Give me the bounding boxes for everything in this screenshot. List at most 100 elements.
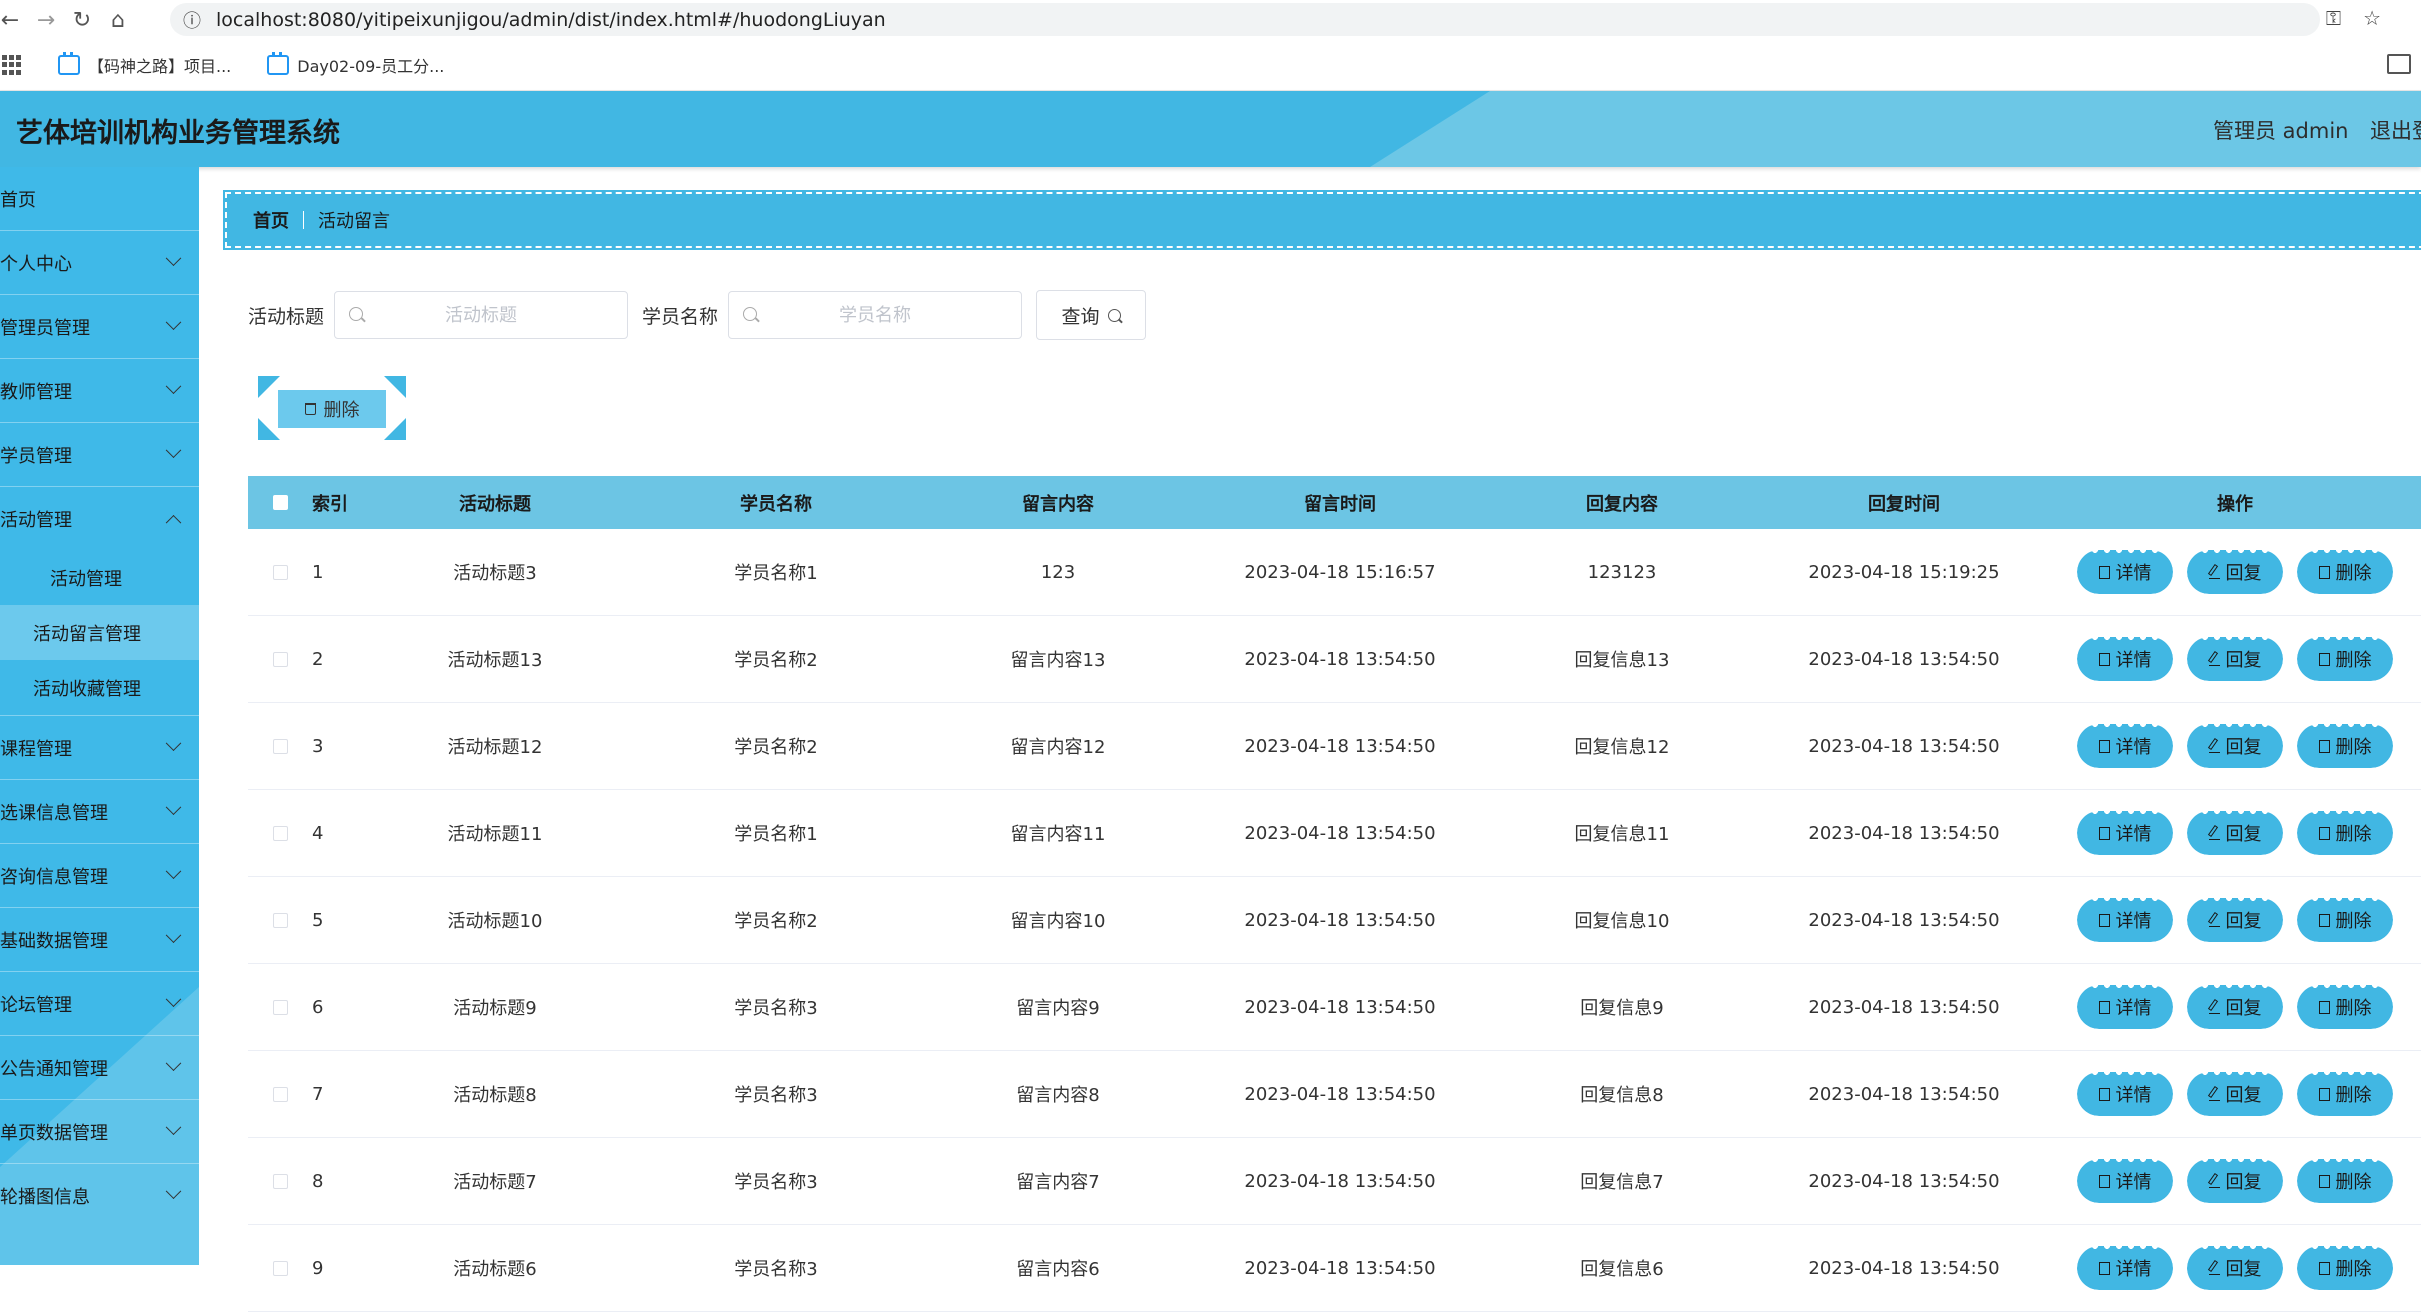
- table-row: 6 活动标题9 学员名称3 留言内容9 2023-04-18 13:54:50 回复信息9…: [248, 964, 2421, 1051]
- chevron-down-icon: [165, 1183, 182, 1200]
- delete-button[interactable]: 删除: [2297, 1246, 2393, 1290]
- row-checkbox[interactable]: [272, 912, 288, 928]
- sidebar-item-enrollments[interactable]: 选课信息管理: [0, 780, 199, 844]
- table-cell: 2023-04-18 13:54:50: [1808, 648, 2000, 670]
- reply-button[interactable]: 回复: [2187, 898, 2283, 942]
- table-cell: 2023-04-18 13:54:50: [1244, 735, 1436, 757]
- detail-button[interactable]: 详情: [2077, 898, 2173, 942]
- sidebar-item-activities[interactable]: 活动管理: [0, 487, 199, 550]
- sidebar-item-notices[interactable]: 公告通知管理: [0, 1036, 199, 1100]
- detail-button[interactable]: 详情: [2077, 1246, 2173, 1290]
- document-icon: [2098, 1174, 2110, 1188]
- reply-button[interactable]: 回复: [2187, 550, 2283, 594]
- title-search-field[interactable]: [334, 291, 629, 339]
- delete-button[interactable]: 删除: [2297, 637, 2393, 681]
- detail-button[interactable]: 详情: [2077, 811, 2173, 855]
- sidebar: 首页 个人中心 管理员管理 教师管理 学员管理 活动管理 活动管理 活动留言管理…: [0, 167, 199, 1265]
- reply-button[interactable]: 回复: [2187, 985, 2283, 1029]
- detail-button[interactable]: 详情: [2077, 550, 2173, 594]
- row-checkbox[interactable]: [272, 651, 288, 667]
- table-cell: 2023-04-18 13:54:50: [1808, 996, 2000, 1018]
- row-checkbox[interactable]: [272, 1173, 288, 1189]
- site-info-icon[interactable]: ⓘ: [178, 6, 206, 34]
- table-cell: 2023-04-18 13:54:50: [1244, 996, 1436, 1018]
- sidebar-item-admins[interactable]: 管理员管理: [0, 295, 199, 359]
- reply-button[interactable]: 回复: [2187, 1159, 2283, 1203]
- row-checkbox[interactable]: [272, 1260, 288, 1276]
- bookmark-item[interactable]: 【码神之路】项目...: [58, 52, 231, 77]
- bookmark-star-icon[interactable]: ☆: [2363, 6, 2381, 30]
- reply-button[interactable]: 回复: [2187, 811, 2283, 855]
- edit-icon: [2208, 566, 2220, 579]
- back-icon[interactable]: ←: [0, 2, 28, 38]
- student-search-field[interactable]: [728, 291, 1023, 339]
- edit-icon: [2208, 740, 2220, 753]
- apps-grid-icon[interactable]: [2, 55, 22, 75]
- delete-button[interactable]: 删除: [2297, 1072, 2393, 1116]
- delete-button[interactable]: 删除: [2297, 724, 2393, 768]
- sidebar-item-single-pages[interactable]: 单页数据管理: [0, 1100, 199, 1164]
- delete-button[interactable]: 删除: [2297, 811, 2393, 855]
- sidebar-item-profile[interactable]: 个人中心: [0, 231, 199, 295]
- home-icon[interactable]: ⌂: [100, 2, 136, 38]
- row-checkbox[interactable]: [272, 564, 288, 580]
- trash-icon: [304, 403, 316, 415]
- detail-button[interactable]: 详情: [2077, 1072, 2173, 1116]
- delete-button[interactable]: 删除: [2297, 1159, 2393, 1203]
- delete-button[interactable]: 删除: [2297, 898, 2393, 942]
- address-bar[interactable]: ⓘ localhost:8080/yitipeixunjigou/admin/d…: [170, 3, 2320, 36]
- row-checkbox[interactable]: [272, 999, 288, 1015]
- title-search-label: 活动标题: [248, 305, 325, 328]
- sidebar-item-consultations[interactable]: 咨询信息管理: [0, 844, 199, 908]
- detail-button[interactable]: 详情: [2077, 637, 2173, 681]
- detail-button[interactable]: 详情: [2077, 985, 2173, 1029]
- sidebar-item-carousel[interactable]: 轮播图信息: [0, 1164, 199, 1227]
- select-all-checkbox[interactable]: [272, 495, 288, 510]
- logout-link[interactable]: 退出登: [2370, 115, 2421, 145]
- sidebar-item-students[interactable]: 学员管理: [0, 423, 199, 487]
- bookmark-item[interactable]: Day02-09-员工分...: [267, 52, 444, 77]
- chevron-down-icon: [165, 991, 182, 1008]
- detail-button[interactable]: 详情: [2077, 1159, 2173, 1203]
- query-button[interactable]: 查询: [1036, 290, 1147, 340]
- delete-button[interactable]: 删除: [2297, 550, 2393, 594]
- folder-icon[interactable]: [2387, 54, 2411, 74]
- sidebar-subitem-activity-manage[interactable]: 活动管理: [0, 550, 199, 605]
- reload-icon[interactable]: ↻: [64, 2, 100, 38]
- edit-icon: [2208, 914, 2220, 927]
- reply-button[interactable]: 回复: [2187, 724, 2283, 768]
- sidebar-subitem-activity-messages[interactable]: 活动留言管理: [0, 605, 199, 660]
- student-search-input[interactable]: [729, 292, 1022, 338]
- column-header: 活动标题: [459, 493, 531, 515]
- reply-button[interactable]: 回复: [2187, 1072, 2283, 1116]
- bookmarks-bar: 【码神之路】项目... Day02-09-员工分...: [0, 40, 2421, 91]
- delete-button[interactable]: 删除: [2297, 985, 2393, 1029]
- reply-button[interactable]: 回复: [2187, 1246, 2283, 1290]
- breadcrumb-home[interactable]: 首页: [253, 207, 289, 233]
- table-cell: 学员名称3: [734, 1172, 818, 1193]
- table-cell: 留言内容9: [1016, 998, 1100, 1019]
- title-search-input[interactable]: [335, 292, 628, 338]
- forward-icon[interactable]: →: [28, 2, 64, 38]
- chevron-down-icon: [165, 735, 182, 752]
- row-checkbox[interactable]: [272, 1086, 288, 1102]
- row-checkbox[interactable]: [272, 825, 288, 841]
- reply-button[interactable]: 回复: [2187, 637, 2283, 681]
- sidebar-item-courses[interactable]: 课程管理: [0, 716, 199, 780]
- sidebar-item-home[interactable]: 首页: [0, 167, 199, 231]
- sidebar-item-forum[interactable]: 论坛管理: [0, 972, 199, 1036]
- detail-button[interactable]: 详情: [2077, 724, 2173, 768]
- chevron-down-icon: [165, 314, 182, 331]
- table-cell: 学员名称2: [734, 737, 818, 758]
- batch-delete-button[interactable]: 删除: [258, 376, 406, 440]
- password-key-icon[interactable]: ⚿: [2326, 6, 2341, 30]
- bilibili-icon: [58, 52, 80, 75]
- chevron-down-icon: [165, 927, 182, 944]
- sidebar-item-base-data[interactable]: 基础数据管理: [0, 908, 199, 972]
- table-cell: 2023-04-18 13:54:50: [1808, 1170, 2000, 1192]
- sidebar-subitem-activity-favorites[interactable]: 活动收藏管理: [0, 660, 199, 716]
- sidebar-item-teachers[interactable]: 教师管理: [0, 359, 199, 423]
- row-checkbox[interactable]: [272, 738, 288, 754]
- table-cell: 活动标题11: [447, 824, 543, 845]
- table-cell: 学员名称2: [734, 911, 818, 932]
